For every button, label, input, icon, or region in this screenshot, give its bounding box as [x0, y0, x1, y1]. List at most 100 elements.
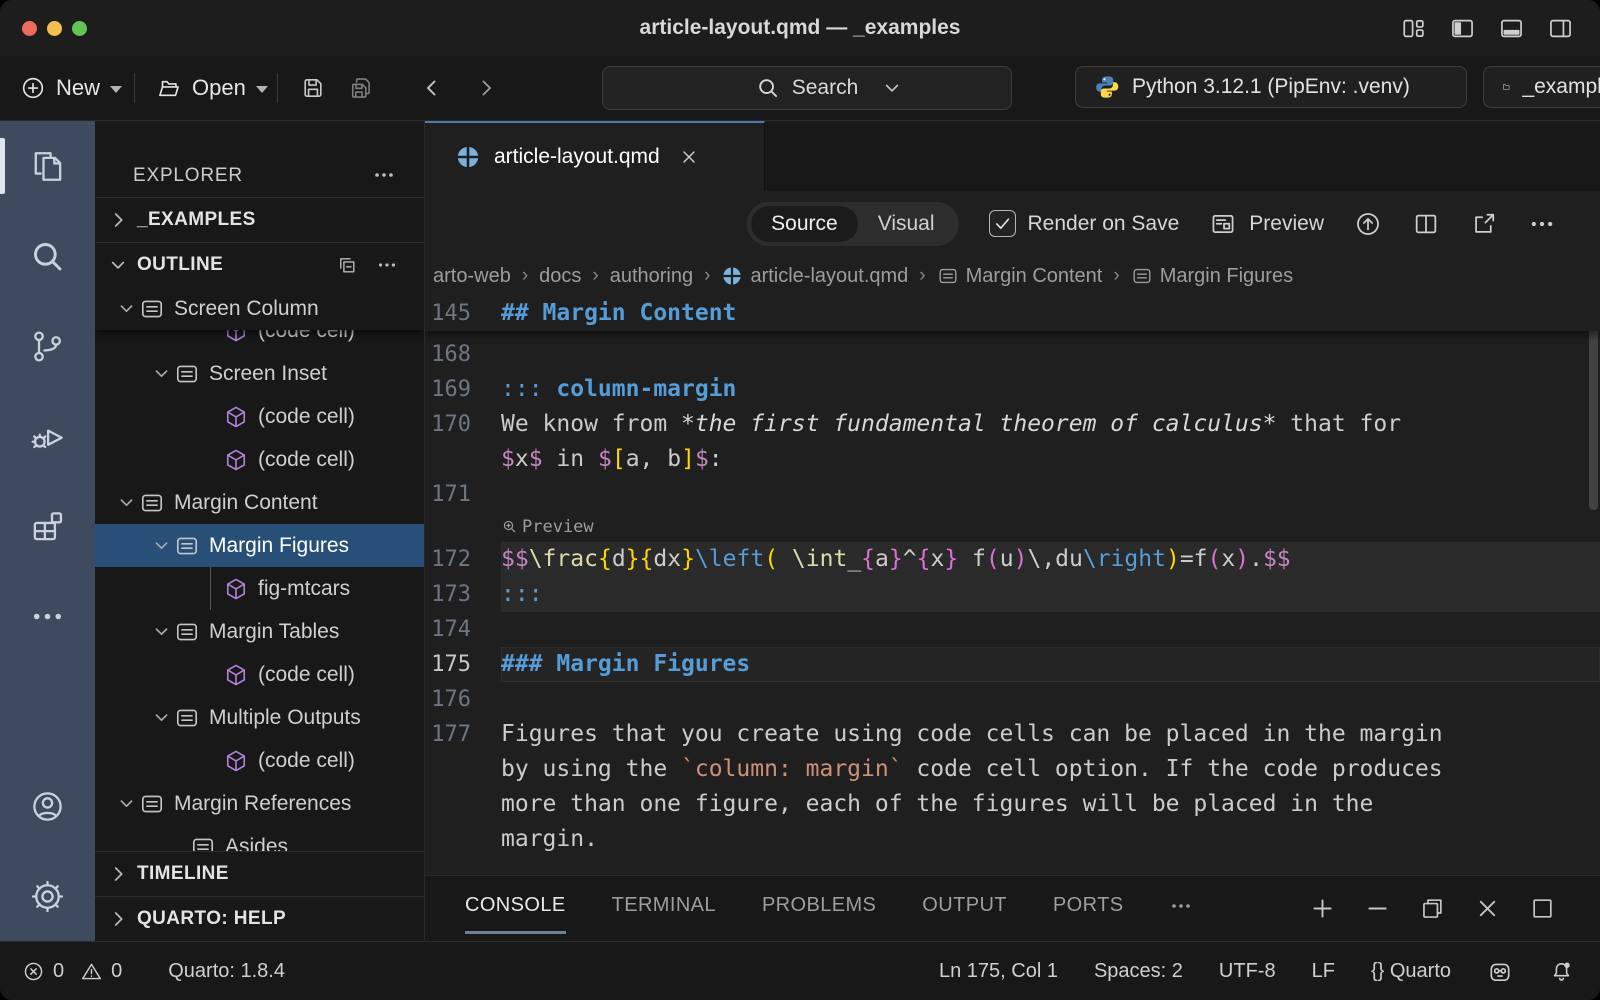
- breadcrumb-item[interactable]: arto-web: [433, 265, 511, 288]
- activity-bar: [0, 121, 95, 941]
- sidebar-section-quarto-help[interactable]: QUARTO: HELP: [95, 896, 424, 941]
- publish-icon[interactable]: [1354, 210, 1382, 238]
- breadcrumb-item[interactable]: Margin Content: [937, 265, 1103, 288]
- checkbox-checked[interactable]: [989, 210, 1016, 237]
- eol-status[interactable]: LF: [1312, 960, 1335, 983]
- editor-toolbar: SourceVisual Render on Save Preview: [425, 191, 1600, 256]
- outline-section-header[interactable]: OUTLINE: [95, 242, 424, 287]
- outline-more-icon[interactable]: [376, 254, 398, 276]
- open-button[interactable]: Open: [156, 75, 268, 101]
- breadcrumb-item[interactable]: authoring: [610, 265, 693, 288]
- problems-status[interactable]: 0 0: [22, 960, 122, 983]
- save-icon[interactable]: [300, 75, 326, 101]
- outline-item[interactable]: (code cell): [95, 739, 424, 782]
- code-line: 168: [425, 337, 1600, 372]
- panel-tab-output[interactable]: OUTPUT: [922, 886, 1007, 932]
- open-external-icon[interactable]: [1470, 210, 1498, 238]
- editor-scrollbar[interactable]: [1587, 296, 1600, 875]
- outline-item[interactable]: Margin Content: [95, 481, 424, 524]
- outline-item[interactable]: Margin Tables: [95, 610, 424, 653]
- panel-tab-problems[interactable]: PROBLEMS: [762, 886, 876, 932]
- activity-bar-item-ellipsis[interactable]: [0, 571, 95, 661]
- activity-bar-item-debug[interactable]: [0, 391, 95, 481]
- breadcrumb-item[interactable]: Margin Figures: [1131, 265, 1293, 288]
- workspace-selector[interactable]: _examples: [1483, 66, 1600, 108]
- cursor-position-status[interactable]: Ln 175, Col 1: [939, 960, 1058, 983]
- activity-bar-item-account[interactable]: [0, 761, 95, 851]
- panel-action-dash-icon[interactable]: [1364, 895, 1391, 922]
- caret-down-icon: [256, 86, 268, 93]
- activity-bar-item-search[interactable]: [0, 211, 95, 301]
- outline-item[interactable]: Margin Figures: [95, 524, 424, 567]
- outline-item[interactable]: fig-mtcars: [95, 567, 424, 610]
- outline-item[interactable]: Multiple Outputs: [95, 696, 424, 739]
- navigate-forward-icon[interactable]: [474, 76, 498, 100]
- panel-tab-ports[interactable]: PORTS: [1053, 886, 1124, 932]
- outline-item[interactable]: Screen Inset: [95, 352, 424, 395]
- toggle-panel-icon[interactable]: [1498, 15, 1525, 42]
- code-editor[interactable]: 145## Margin Content168169::: column-mar…: [425, 296, 1600, 875]
- outline-item[interactable]: Margin References: [95, 782, 424, 825]
- mode-option-source[interactable]: Source: [751, 206, 858, 242]
- activity-bar-item-scm[interactable]: [0, 301, 95, 391]
- extensions-icon: [29, 508, 66, 545]
- sidebar-section-timeline[interactable]: TIMELINE: [95, 851, 424, 896]
- render-on-save-toggle[interactable]: Render on Save: [989, 210, 1180, 237]
- minimize-window-button[interactable]: [47, 21, 62, 36]
- outline-tree: Screen Column(code cell)Screen Inset(cod…: [95, 287, 424, 851]
- collapse-all-icon[interactable]: [336, 254, 358, 276]
- toggle-secondary-sidebar-icon[interactable]: [1547, 15, 1574, 42]
- zoom-window-button[interactable]: [72, 21, 87, 36]
- outline-item[interactable]: (code cell): [95, 438, 424, 481]
- quarto-version-status[interactable]: Quarto: 1.8.4: [168, 960, 285, 983]
- indentation-status[interactable]: Spaces: 2: [1094, 960, 1183, 983]
- close-window-button[interactable]: [22, 21, 37, 36]
- panel-more-icon[interactable]: [1169, 886, 1193, 932]
- panel-action-maximize-icon[interactable]: [1529, 895, 1556, 922]
- heading-symbol-icon: [174, 619, 200, 645]
- search-input[interactable]: Search: [602, 66, 1012, 110]
- breadcrumb-item[interactable]: docs: [539, 265, 581, 288]
- outline-item[interactable]: Screen Column: [95, 287, 424, 330]
- new-button[interactable]: New: [20, 75, 122, 101]
- outline-item[interactable]: (code cell): [95, 330, 424, 352]
- toggle-sidebar-icon[interactable]: [1449, 15, 1476, 42]
- outline-item[interactable]: (code cell): [95, 395, 424, 438]
- split-editor-icon[interactable]: [1412, 210, 1440, 238]
- explorer-more-icon[interactable]: [372, 163, 396, 187]
- interpreter-selector[interactable]: Python 3.12.1 (PipEnv: .venv): [1075, 66, 1467, 108]
- encoding-status[interactable]: UTF-8: [1219, 960, 1276, 983]
- line-number: [425, 822, 501, 857]
- panel-tab-terminal[interactable]: TERMINAL: [612, 886, 716, 932]
- tab-article-layout[interactable]: article-layout.qmd: [425, 121, 765, 191]
- save-all-icon[interactable]: [348, 75, 374, 101]
- activity-bar-item-extensions[interactable]: [0, 481, 95, 571]
- breadcrumb-item[interactable]: article-layout.qmd: [721, 265, 908, 288]
- search-placeholder: Search: [792, 76, 859, 100]
- outline-item[interactable]: (code cell): [95, 653, 424, 696]
- chevron-down-icon: [116, 793, 137, 814]
- panel-action-plus-icon[interactable]: [1309, 895, 1336, 922]
- errors-icon: [22, 960, 45, 983]
- language-mode-status[interactable]: {} Quarto: [1371, 960, 1451, 983]
- preview-button[interactable]: Preview: [1209, 210, 1324, 238]
- notifications-bell-icon[interactable]: [1549, 959, 1574, 984]
- code-cell-icon: [223, 330, 249, 344]
- outline-item-label: Multiple Outputs: [209, 706, 361, 730]
- close-tab-icon[interactable]: [679, 147, 699, 167]
- panel-tab-console[interactable]: CONSOLE: [465, 886, 566, 932]
- panel-action-restore-icon[interactable]: [1419, 895, 1446, 922]
- code-lens-preview[interactable]: Preview: [425, 512, 1600, 542]
- activity-bar-item-files[interactable]: [0, 121, 95, 211]
- navigate-back-icon[interactable]: [420, 76, 444, 100]
- customize-layout-icon[interactable]: [1400, 15, 1427, 42]
- outline-item-label: Screen Column: [174, 297, 319, 321]
- workspace-section-header[interactable]: _EXAMPLES: [95, 197, 424, 242]
- outline-item[interactable]: Asides: [95, 825, 424, 851]
- mode-option-visual[interactable]: Visual: [858, 206, 955, 242]
- chevron-right-icon: [107, 863, 129, 885]
- activity-bar-item-gear[interactable]: [0, 851, 95, 941]
- feedback-icon[interactable]: [1487, 959, 1513, 985]
- panel-action-close-icon[interactable]: [1474, 895, 1501, 922]
- editor-more-icon[interactable]: [1528, 210, 1556, 238]
